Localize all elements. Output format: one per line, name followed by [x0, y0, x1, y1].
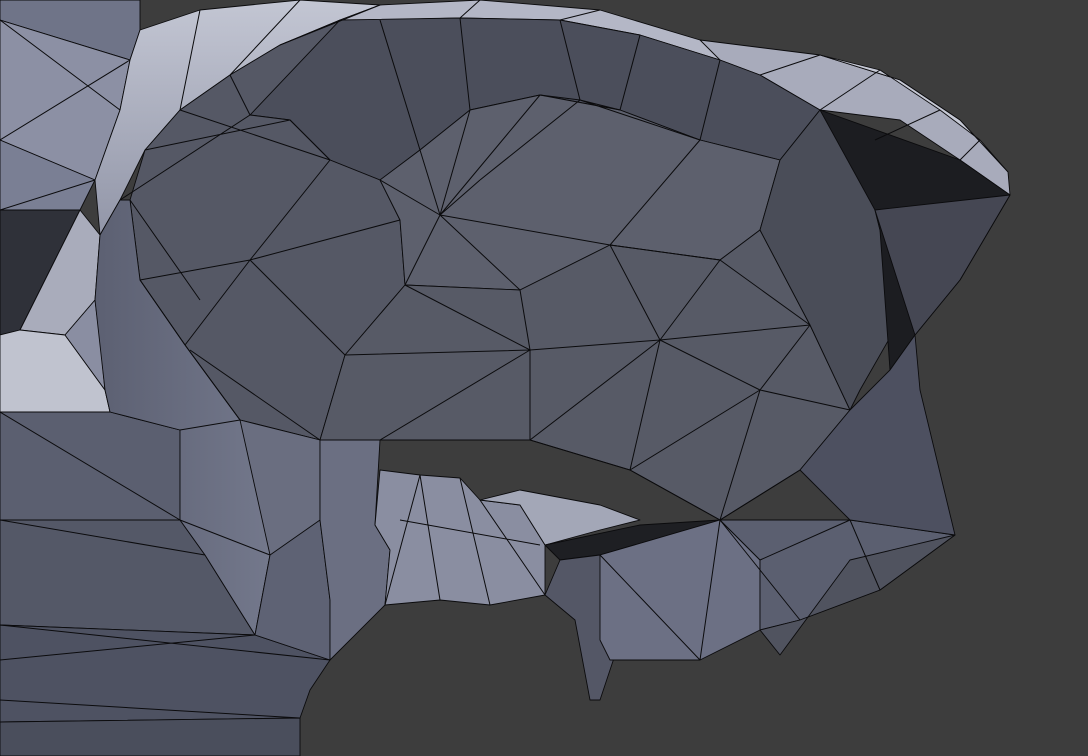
- mesh-object[interactable]: [0, 0, 1088, 756]
- 3d-viewport[interactable]: [0, 0, 1088, 756]
